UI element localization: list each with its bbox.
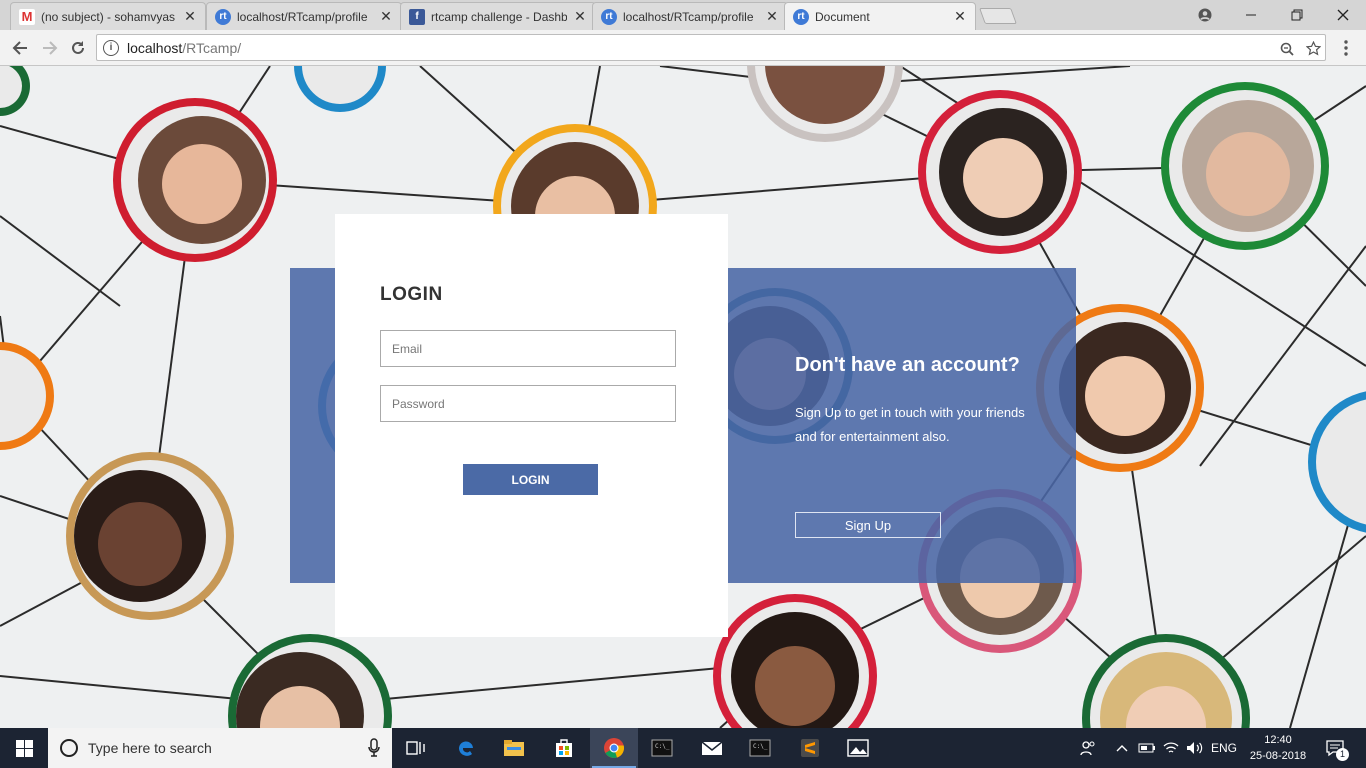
close-icon[interactable]: ✕ [573,8,587,25]
wifi-icon[interactable] [1160,728,1182,768]
svg-text:C:\_: C:\_ [655,743,670,750]
tab-title: localhost/RTcamp/profile [623,9,754,24]
start-button[interactable] [0,728,48,768]
terminal-icon[interactable]: C:\_ [736,728,784,768]
mail-icon[interactable] [688,728,736,768]
edge-icon[interactable] [442,728,490,768]
terminal-icon[interactable]: C:\_ [638,728,686,768]
bookmark-star-icon[interactable] [1301,35,1325,62]
close-icon[interactable]: ✕ [765,8,779,25]
sublime-text-icon[interactable] [786,728,834,768]
window-close-button[interactable] [1320,0,1366,30]
chrome-icon[interactable] [590,728,638,768]
store-icon[interactable] [540,728,588,768]
clock-time: 12:40 [1264,734,1292,746]
windows-logo-icon [15,739,33,757]
tab-document[interactable]: rt Document ✕ [784,2,976,30]
action-center-icon[interactable]: 1 [1318,728,1352,768]
file-explorer-icon[interactable] [490,728,538,768]
url-host: localhost [127,39,183,56]
login-button[interactable]: LOGIN [463,464,598,495]
info-icon[interactable]: i [103,39,119,56]
battery-icon[interactable] [1136,728,1158,768]
tab-title: rtcamp challenge - Dashb [431,9,567,24]
login-card: LOGIN LOGIN [335,214,728,637]
language-indicator[interactable]: ENG [1208,728,1240,768]
facebook-icon: f [409,8,425,25]
photos-icon[interactable] [834,728,882,768]
email-field[interactable] [380,330,676,367]
page-content: Don't have an account? Sign Up to get in… [0,66,1366,728]
login-title: LOGIN [380,284,443,305]
tab-profile-1[interactable]: rt localhost/RTcamp/profile ✕ [206,2,402,30]
signup-panel: Don't have an account? Sign Up to get in… [728,268,1076,583]
task-view-icon[interactable] [392,728,440,768]
forward-button[interactable] [38,36,62,60]
notification-count-badge: 1 [1336,748,1349,761]
gmail-icon: M [19,8,35,25]
volume-icon[interactable] [1184,728,1206,768]
people-icon[interactable] [1076,728,1100,768]
microphone-icon[interactable] [368,738,380,758]
browser-toolbar: i localhost/RTcamp/ [0,30,1366,66]
tab-title: localhost/RTcamp/profile [237,9,368,24]
tab-title: (no subject) - sohamvyas [41,9,176,24]
taskbar-search[interactable]: Type here to search [48,728,392,768]
zoom-icon[interactable] [1275,35,1299,62]
chrome-menu-button[interactable] [1334,36,1358,60]
reload-button[interactable] [66,36,90,60]
chevron-up-icon[interactable] [1112,728,1132,768]
tab-profile-2[interactable]: rt localhost/RTcamp/profile ✕ [592,2,788,30]
password-field[interactable] [380,385,676,422]
windows-taskbar: Type here to search C:\_ C:\_ ENG 12:40 … [0,728,1366,768]
rtcamp-icon: rt [215,8,231,25]
minimize-button[interactable] [1228,0,1274,30]
close-icon[interactable]: ✕ [183,8,197,25]
tab-gmail[interactable]: M (no subject) - sohamvyas ✕ [10,2,206,30]
rtcamp-icon: rt [601,8,617,25]
system-clock[interactable]: 12:40 25-08-2018 [1248,732,1308,764]
svg-text:C:\_: C:\_ [753,743,768,750]
address-bar[interactable]: i localhost/RTcamp/ [96,34,1326,61]
new-tab-button[interactable] [979,8,1017,24]
profile-icon[interactable] [1182,0,1228,30]
tab-facebook[interactable]: f rtcamp challenge - Dashb ✕ [400,2,596,30]
signup-title: Don't have an account? [795,354,1020,376]
tab-title: Document [815,9,870,24]
signup-button[interactable]: Sign Up [795,512,941,538]
url-path: /RTcamp/ [182,39,242,56]
clock-date: 25-08-2018 [1249,750,1307,762]
signup-description: Sign Up to get in touch with your friend… [795,405,1025,444]
back-button[interactable] [8,36,32,60]
close-icon[interactable]: ✕ [953,8,967,25]
browser-tab-strip: M (no subject) - sohamvyas ✕ rt localhos… [0,0,1366,30]
rtcamp-icon: rt [793,8,809,25]
restore-button[interactable] [1274,0,1320,30]
cortana-icon [60,739,78,757]
close-icon[interactable]: ✕ [379,8,393,25]
panel-left-strip [290,268,335,583]
search-placeholder: Type here to search [88,740,212,756]
